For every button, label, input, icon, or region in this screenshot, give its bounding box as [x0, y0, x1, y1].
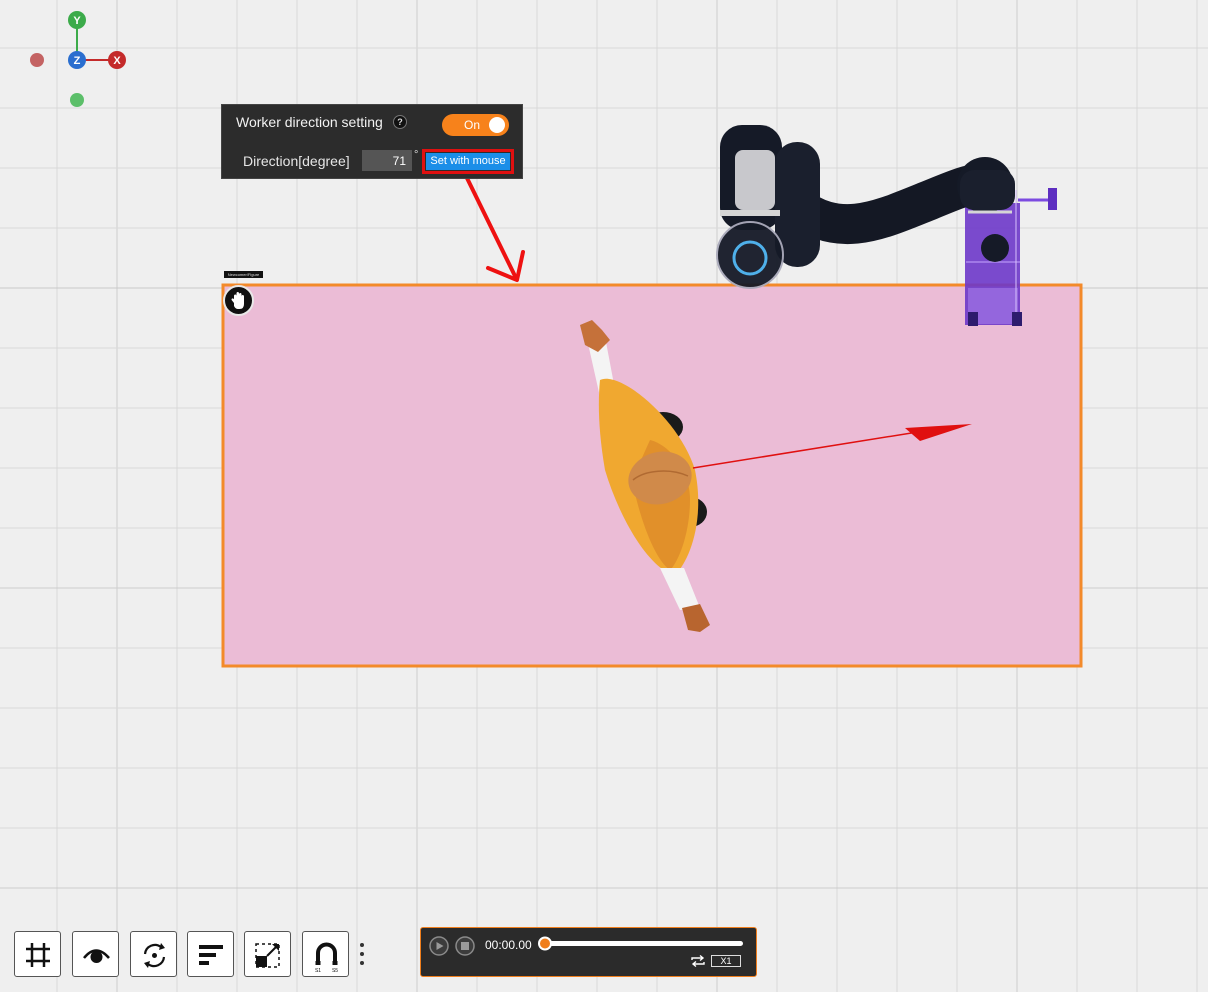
set-with-mouse-button[interactable]: Set with mouse [422, 149, 514, 174]
eye-icon [83, 949, 110, 963]
stop-button[interactable] [455, 936, 475, 956]
time-display: 00:00.00 [485, 938, 532, 952]
hand-icon[interactable] [223, 285, 254, 316]
help-icon[interactable]: ? [393, 115, 407, 129]
timeline-scrubber[interactable] [537, 935, 747, 951]
speed-badge[interactable]: X1 [711, 955, 741, 967]
direction-input[interactable] [362, 150, 412, 171]
scale-button[interactable] [244, 931, 291, 977]
panel-title: Worker direction setting [236, 114, 383, 130]
play-button[interactable] [429, 936, 449, 956]
snap-button[interactable]: S1 S5 [302, 931, 349, 977]
rotate-icon [143, 943, 166, 968]
scrubber-handle[interactable] [538, 936, 552, 951]
playback-controls [429, 936, 475, 956]
object-tag: Newcomer/Figure [224, 271, 263, 278]
svg-text:S5: S5 [332, 968, 338, 974]
y-axis-label: Y [73, 15, 81, 27]
neg-x-handle[interactable] [30, 53, 44, 67]
z-axis-label: Z [74, 55, 81, 67]
direction-toggle[interactable]: On [442, 114, 509, 136]
direction-label: Direction[degree] [243, 153, 350, 169]
axes-gizmo[interactable]: Y Z X [30, 11, 126, 107]
playback-timeline: 00:00.00 X1 [420, 927, 757, 977]
set-with-mouse-label: Set with mouse [426, 153, 510, 170]
align-left-icon [199, 945, 223, 965]
toggle-knob [489, 117, 505, 133]
neg-y-handle[interactable] [70, 93, 84, 107]
align-button[interactable] [187, 931, 234, 977]
x-axis-label: X [113, 55, 121, 67]
degree-symbol: ° [414, 149, 419, 161]
stop-icon [461, 942, 469, 950]
toggle-label: On [464, 118, 481, 132]
resize-icon [255, 943, 280, 968]
grid-icon [26, 943, 50, 967]
loop-icon[interactable] [689, 954, 707, 968]
more-options-icon[interactable] [356, 940, 368, 970]
worker-direction-panel: Worker direction setting ? On Direction[… [221, 104, 523, 179]
rotate-button[interactable] [130, 931, 177, 977]
viewport-3d[interactable]: Y Z X [0, 0, 1208, 992]
view-button[interactable] [72, 931, 119, 977]
svg-text:S1: S1 [315, 968, 321, 974]
grid-button[interactable] [14, 931, 61, 977]
magnet-icon: S1 S5 [315, 942, 338, 974]
